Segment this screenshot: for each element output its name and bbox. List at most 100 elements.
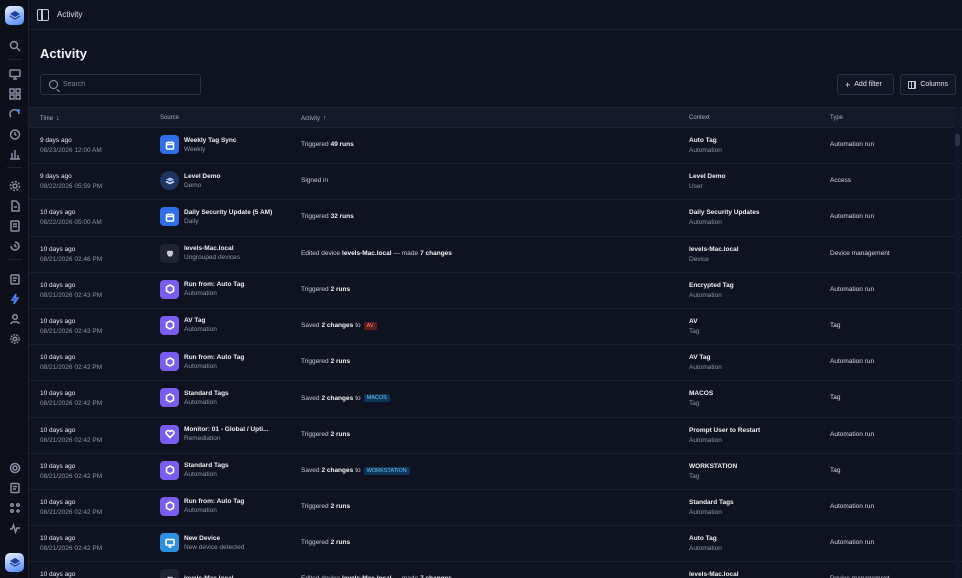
search-field[interactable] (40, 74, 201, 95)
context-cell[interactable]: WORKSTATION Tag (689, 463, 737, 480)
table-row[interactable]: 9 days ago 08/22/2026 05:59 PM Level Dem… (29, 164, 962, 201)
support-icon[interactable] (8, 461, 21, 474)
tag-badge[interactable]: WORKSTATION (363, 466, 410, 475)
tag-badge[interactable]: MACOS (363, 394, 390, 403)
source-cell[interactable]: Daily Security Update (5 AM) Daily (160, 207, 272, 227)
scrollbar-thumb[interactable] (955, 134, 960, 146)
time-cell: 9 days ago 08/23/2026 12:00 AM (40, 137, 102, 154)
settings-cog-icon[interactable] (8, 179, 21, 192)
columns-button[interactable]: Columns (900, 74, 956, 95)
source-cell[interactable]: levels-Mac.local (160, 569, 234, 578)
app-logo-icon[interactable] (5, 6, 24, 25)
search-icon[interactable] (8, 39, 21, 52)
context-name: levels-Mac.local (689, 571, 739, 578)
source-name: New Device (184, 534, 221, 542)
column-header-context[interactable]: Context (689, 115, 710, 121)
column-header-activity[interactable]: Activity ↑ (301, 115, 327, 122)
alert-icon[interactable] (8, 107, 21, 120)
activity-cell: Triggered 2 runs (301, 358, 352, 365)
table-row[interactable]: 10 days ago 08/21/2026 02:42 PM New Devi… (29, 526, 962, 563)
source-cell[interactable]: levels-Mac.local Ungrouped devices (160, 243, 240, 263)
scrollbar[interactable] (955, 107, 960, 578)
context-name: AV Tag (689, 354, 711, 362)
context-cell[interactable]: AV Tag (689, 318, 699, 335)
clipboard-icon[interactable] (8, 272, 21, 285)
column-header-type[interactable]: Type (830, 115, 843, 121)
source-cell[interactable]: Standard Tags Automation (160, 460, 229, 480)
type-cell: Automation run (830, 285, 875, 293)
source-subtitle: Demo (184, 181, 202, 189)
context-cell[interactable]: MACOS Tag (689, 390, 713, 407)
source-cell[interactable]: New Device New device detected (160, 533, 244, 553)
table-row[interactable]: 10 days ago 08/21/2026 02:42 PM Run from… (29, 345, 962, 382)
activity-cell: Saved 2 changes to AV (301, 321, 377, 330)
table-row[interactable]: 10 days ago 08/21/2026 02:43 PM Run from… (29, 273, 962, 309)
table-row[interactable]: 10 days ago 08/21/2026 02:42 PM Monitor:… (29, 418, 962, 454)
relative-time: 10 days ago (40, 281, 76, 289)
document-icon[interactable] (8, 219, 21, 232)
sidebar-toggle-icon[interactable] (37, 8, 49, 21)
table-row[interactable]: 10 days ago 08/21/2026 02:42 PM Standard… (29, 454, 962, 490)
activity-bolt-icon[interactable] (8, 292, 21, 305)
bar-chart-icon[interactable] (8, 147, 21, 160)
table-row[interactable]: 10 days ago 08/21/2026 02:42 PM Standard… (29, 381, 962, 418)
context-cell[interactable]: AV Tag Automation (689, 354, 722, 371)
grid-icon[interactable] (8, 87, 21, 100)
activity-text: Saved (301, 322, 320, 330)
table-header: Time ↓ Source Activity ↑ Context Type (29, 107, 962, 128)
source-cell[interactable]: Monitor: 01 - Global / Upti... Remediati… (160, 424, 269, 444)
notes-icon[interactable] (8, 481, 21, 494)
workspace-logo-icon[interactable] (5, 553, 24, 572)
automation-icon (160, 460, 179, 480)
relative-time: 10 days ago (40, 209, 76, 217)
source-cell[interactable]: Level Demo Demo (160, 171, 221, 191)
pulse-icon[interactable] (8, 521, 21, 534)
table-row[interactable]: 10 days ago 08/21/2026 02:43 PM AV Tag A… (29, 309, 962, 346)
tag-badge[interactable]: AV (363, 321, 377, 330)
source-cell[interactable]: Standard Tags Automation (160, 388, 229, 408)
activity-text: Triggered (301, 141, 329, 148)
monitor-icon[interactable] (8, 67, 21, 80)
context-cell[interactable]: Daily Security Updates Automation (689, 209, 759, 226)
file-icon[interactable] (8, 199, 21, 212)
time-cell: 10 days ago 08/21/2026 02:42 PM (40, 390, 102, 407)
context-cell[interactable]: Auto Tag Automation (689, 535, 722, 552)
activity-text-post: to (355, 467, 361, 475)
context-cell[interactable]: Prompt User to Restart Automation (689, 427, 760, 444)
integrations-icon[interactable] (8, 501, 21, 514)
context-cell[interactable]: Encrypted Tag Automation (689, 282, 734, 299)
source-name: Weekly Tag Sync (184, 136, 237, 144)
table-row[interactable]: 9 days ago 08/23/2026 12:00 AM Weekly Ta… (29, 128, 962, 165)
context-cell[interactable]: levels-Mac.local (689, 571, 739, 578)
context-kind: Automation (689, 545, 722, 553)
type-cell: Automation run (830, 213, 875, 221)
column-header-time[interactable]: Time ↓ (40, 115, 60, 122)
source-cell[interactable]: Run from: Auto Tag Automation (160, 496, 245, 516)
clock-icon[interactable] (8, 127, 21, 140)
source-cell[interactable]: Run from: Auto Tag Automation (160, 352, 244, 372)
source-cell[interactable]: AV Tag Automation (160, 315, 217, 335)
history-icon[interactable] (8, 239, 21, 252)
context-cell[interactable]: Standard Tags Automation (689, 499, 734, 516)
source-name: Monitor: 01 - Global / Upti... (184, 426, 269, 433)
search-input[interactable] (63, 81, 193, 88)
source-cell[interactable]: Weekly Tag Sync Weekly (160, 135, 237, 154)
relative-time: 10 days ago (40, 354, 76, 362)
context-cell[interactable]: Level Demo User (689, 173, 726, 190)
table-row[interactable]: 10 days ago 08/21/2026 02:42 PM Run from… (29, 490, 962, 527)
table-row[interactable]: 10 days ago levels-Mac.local Edited devi… (29, 562, 962, 578)
context-cell[interactable]: levels-Mac.local Device (689, 246, 739, 263)
gear-icon[interactable] (8, 332, 21, 345)
timestamp: 08/21/2026 02:42 PM (40, 545, 103, 553)
activity-bold: 2 runs (330, 358, 351, 366)
context-cell[interactable]: Auto Tag Automation (689, 137, 722, 154)
source-name: Run from: Auto Tag (184, 498, 245, 506)
source-cell[interactable]: Run from: Auto Tag Automation (160, 279, 244, 299)
table-row[interactable]: 10 days ago 08/21/2026 02:46 PM levels-M… (29, 237, 962, 273)
timestamp: 08/21/2026 02:42 PM (40, 508, 103, 516)
column-header-source[interactable]: Source (160, 115, 179, 121)
add-filter-button[interactable]: + Add filter (837, 74, 894, 95)
user-icon[interactable] (8, 312, 21, 325)
table-row[interactable]: 10 days ago 08/22/2026 05:00 AM Daily Se… (29, 200, 962, 237)
context-name: Level Demo (689, 173, 726, 181)
